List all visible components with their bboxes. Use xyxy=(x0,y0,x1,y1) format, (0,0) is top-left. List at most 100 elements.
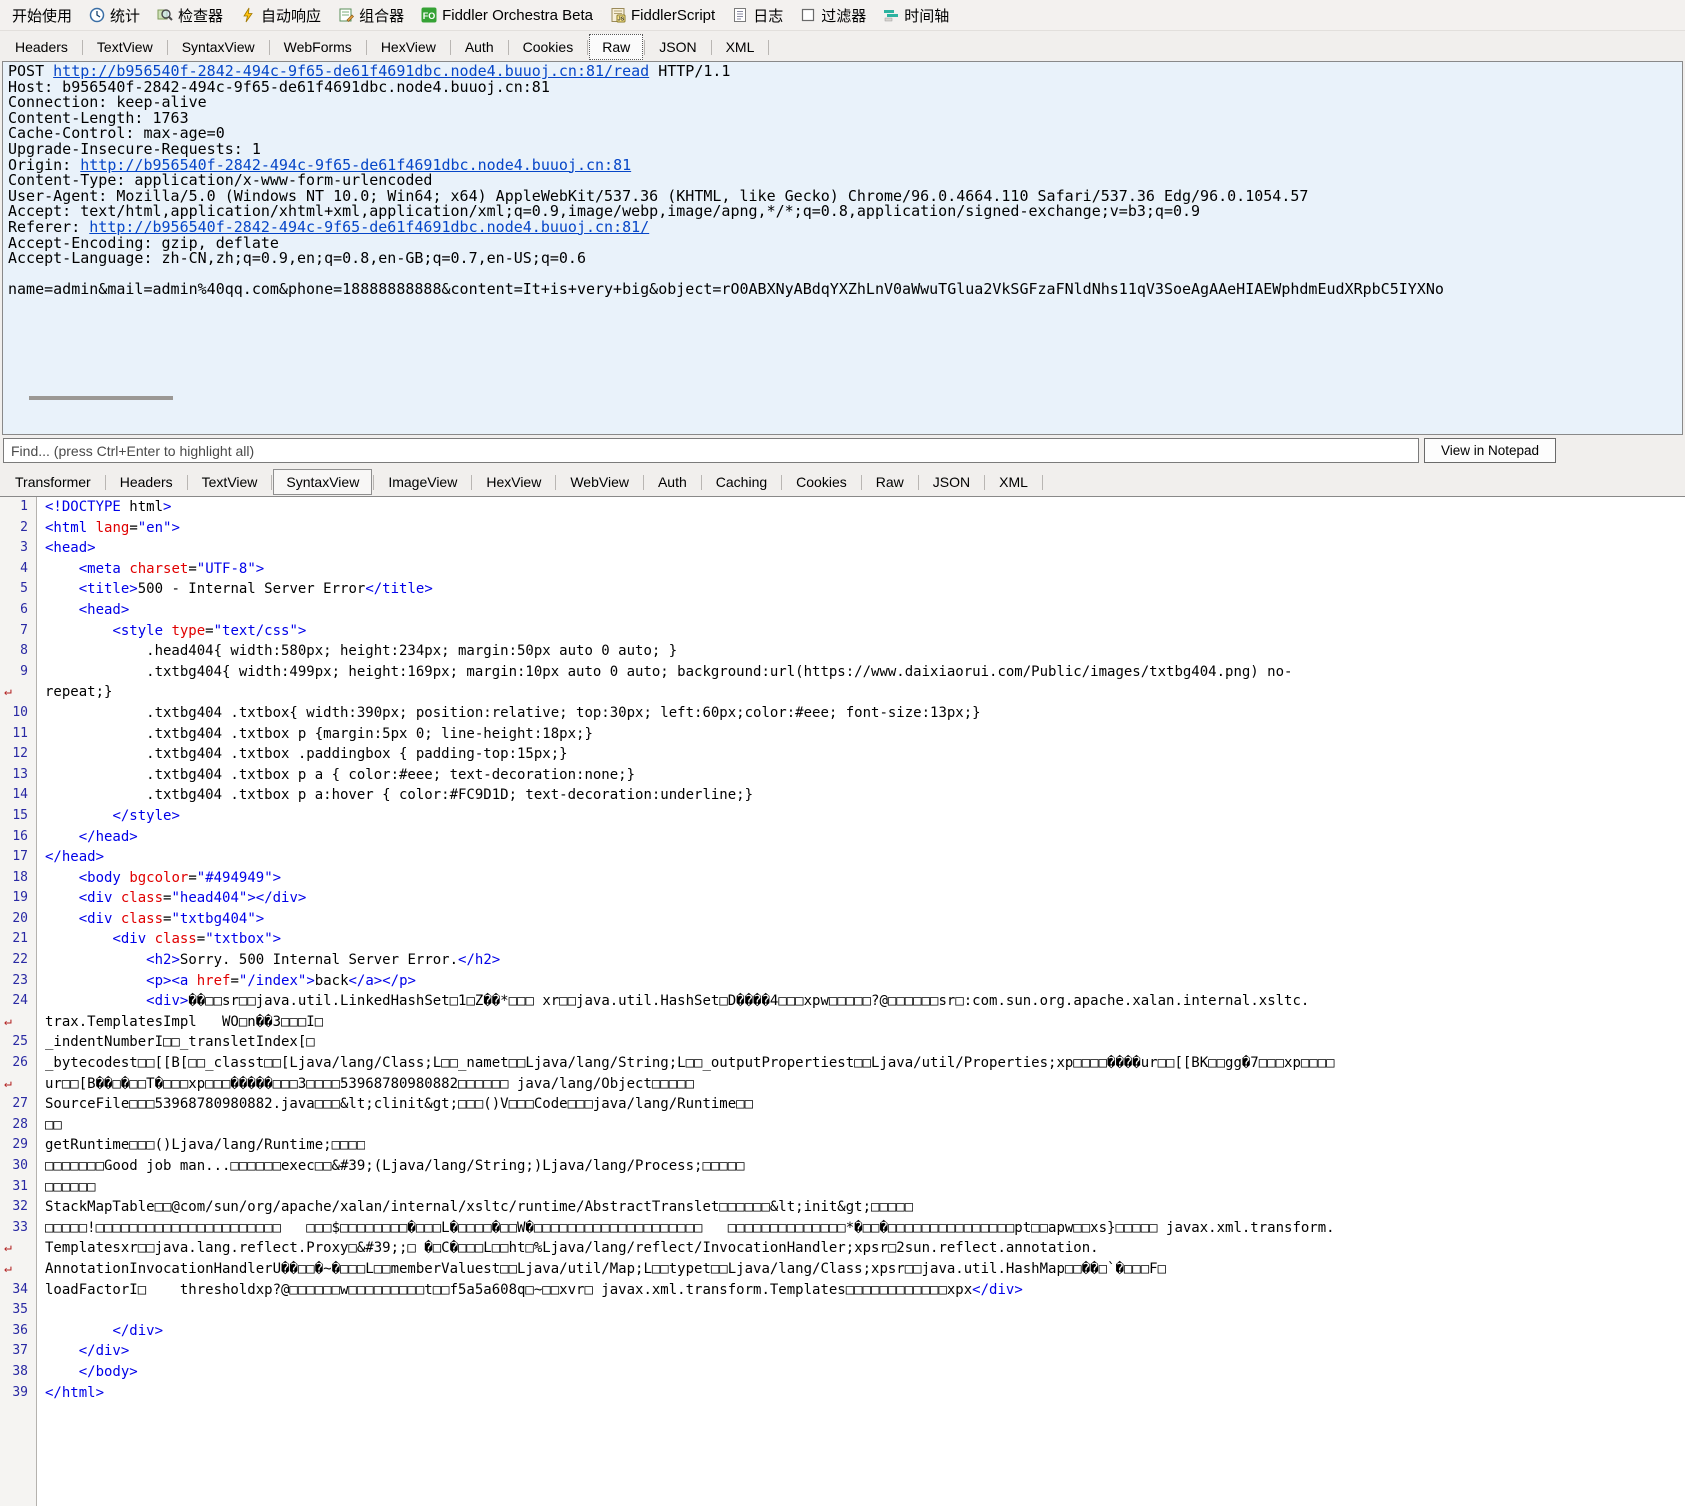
raw-request-line: Upgrade-Insecure-Requests: 1 xyxy=(8,141,261,158)
code-line: 11 .txtbg404 .txtbox p {margin:5px 0; li… xyxy=(0,724,1685,745)
response-tab-auth[interactable]: Auth xyxy=(645,469,700,495)
tab-separator xyxy=(768,39,770,55)
find-input[interactable] xyxy=(3,438,1419,463)
tab-separator xyxy=(365,39,367,55)
toolbar-item-label: 开始使用 xyxy=(12,7,73,25)
code-text: </style> xyxy=(112,807,180,824)
wrap-marker-icon: ↵ xyxy=(4,1240,12,1256)
code-text: <title>500 - Internal Server Error</titl… xyxy=(78,581,433,598)
request-tabstrip: Headers TextView SyntaxView WebForms HexView… xyxy=(0,31,1685,61)
tab-separator xyxy=(104,474,106,490)
horizontal-scrollbar-thumb[interactable] xyxy=(29,396,173,400)
log-icon xyxy=(732,7,748,23)
view-in-notepad-button[interactable]: View in Notepad xyxy=(1424,438,1556,463)
raw-request-line: POST http://b956540f-2842-494c-9f65-de61… xyxy=(8,64,731,80)
toolbar-item-label: 日志 xyxy=(753,7,784,25)
request-tab-raw[interactable]: Raw xyxy=(589,34,644,60)
code-line: 10 .txtbg404 .txtbox{ width:390px; posit… xyxy=(0,703,1685,724)
code-line: 14 .txtbg404 .txtbox p a:hover { color:#… xyxy=(0,785,1685,806)
line-number: 12 xyxy=(12,746,28,762)
line-number: 30 xyxy=(12,1158,28,1173)
find-bar: View in Notepad xyxy=(0,435,1685,466)
line-number: 39 xyxy=(12,1384,28,1400)
code-line: 23 <p><a href="/index">back</a></p> xyxy=(0,971,1685,992)
toolbar-item-fiddlerscript[interactable]: JS FiddlerScript xyxy=(602,4,723,27)
line-number: 9 xyxy=(20,663,28,679)
line-number: 8 xyxy=(20,643,28,659)
line-number: 28 xyxy=(12,1116,28,1132)
toolbar-item-label: 自动响应 xyxy=(261,7,322,25)
request-tab-textview[interactable]: TextView xyxy=(84,34,166,60)
request-raw-panel[interactable]: POST http://b956540f-2842-494c-9f65-de61… xyxy=(2,61,1683,435)
line-number: 6 xyxy=(20,601,28,617)
code-text: <div class="txtbg404"> xyxy=(78,910,265,927)
response-tab-caching[interactable]: Caching xyxy=(703,469,780,495)
code-line: 38 </body> xyxy=(0,1362,1685,1383)
response-tab-cookies[interactable]: Cookies xyxy=(783,469,860,495)
line-number: 23 xyxy=(12,972,28,988)
line-number: 15 xyxy=(12,807,28,823)
request-url-link[interactable]: http://b956540f-2842-494c-9f65-de61f4691… xyxy=(53,64,649,80)
request-url-link[interactable]: http://b956540f-2842-494c-9f65-de61f4691… xyxy=(89,220,649,236)
raw-request-line: Host: b956540f-2842-494c-9f65-de61f4691d… xyxy=(8,79,550,96)
code-text: Templatesxr□□java.lang.reflect.Proxy□&#3… xyxy=(45,1240,1099,1257)
request-tab-hexview[interactable]: HexView xyxy=(368,34,449,60)
response-tab-raw[interactable]: Raw xyxy=(863,469,917,495)
request-tab-syntaxview[interactable]: SyntaxView xyxy=(169,34,268,60)
toolbar-item-get-started[interactable]: 开始使用 xyxy=(4,2,80,29)
code-line: 18 <body bgcolor="#494949"> xyxy=(0,868,1685,889)
code-text: .txtbg404 .txtbox p a { color:#eee; text… xyxy=(45,766,636,783)
response-tab-imageview[interactable]: ImageView xyxy=(375,469,470,495)
tab-separator xyxy=(587,39,589,55)
toolbar-item-label: 组合器 xyxy=(359,7,405,25)
toolbar-item-statistics[interactable]: 统计 xyxy=(81,2,148,29)
tab-separator xyxy=(700,474,702,490)
toolbar-item-log[interactable]: 日志 xyxy=(724,2,791,29)
svg-text:JS: JS xyxy=(618,17,625,23)
stats-icon xyxy=(89,7,105,23)
response-tab-hexview[interactable]: HexView xyxy=(473,469,554,495)
code-line: 35 xyxy=(0,1300,1685,1321)
toolbar-item-inspectors[interactable]: 检查器 xyxy=(149,2,231,29)
code-text: .txtbg404 .txtbox{ width:390px; position… xyxy=(45,704,981,721)
response-tab-textview[interactable]: TextView xyxy=(189,469,271,495)
toolbar-item-label: 统计 xyxy=(110,7,141,25)
line-number: 24 xyxy=(12,993,28,1009)
request-tab-auth[interactable]: Auth xyxy=(452,34,507,60)
toolbar-item-label: 时间轴 xyxy=(904,7,950,25)
response-tab-headers[interactable]: Headers xyxy=(107,469,186,495)
request-tab-json[interactable]: JSON xyxy=(646,34,709,60)
code-line: 31 □□□□□□ xyxy=(0,1177,1685,1198)
line-number: 1 xyxy=(20,499,28,514)
response-tab-json[interactable]: JSON xyxy=(920,469,983,495)
response-tab-syntaxview[interactable]: SyntaxView xyxy=(273,469,373,495)
code-text: <!DOCTYPE html> xyxy=(45,499,172,515)
line-number: 21 xyxy=(12,931,28,947)
response-tab-webview[interactable]: WebView xyxy=(557,469,642,495)
line-number: 37 xyxy=(12,1343,28,1359)
request-url-link[interactable]: http://b956540f-2842-494c-9f65-de61f4691… xyxy=(80,158,631,174)
response-syntax-view[interactable]: 1 <!DOCTYPE html> 2 <html lang="en"> 3 <head>… xyxy=(0,496,1685,1506)
toolbar-item-composer[interactable]: 组合器 xyxy=(330,2,412,29)
toolbar-item-fiddler-orchestra[interactable]: FO Fiddler Orchestra Beta xyxy=(413,4,601,27)
code-line: 29 getRuntime□□□()Ljava/lang/Runtime;□□□□ xyxy=(0,1135,1685,1156)
raw-request-line xyxy=(8,267,1677,283)
toolbar-item-filters[interactable]: 过滤器 xyxy=(792,2,874,29)
response-tab-xml[interactable]: XML xyxy=(986,469,1041,495)
line-number: 32 xyxy=(12,1199,28,1215)
code-line: 5 <title>500 - Internal Server Error</ti… xyxy=(0,579,1685,600)
code-line: 19 <div class="head404"></div> xyxy=(0,888,1685,909)
toolbar-item-autoresponder[interactable]: 自动响应 xyxy=(232,2,329,29)
code-text: <h2>Sorry. 500 Internal Server Error.</h… xyxy=(146,952,501,969)
toolbar-item-label: Fiddler Orchestra Beta xyxy=(442,6,593,24)
line-number: 13 xyxy=(12,766,28,782)
code-text: □□□□□!□□□□□□□□□□□□□□□□□□□□□□ □□□$□□□□□□□… xyxy=(45,1219,1335,1236)
response-tab-transformer[interactable]: Transformer xyxy=(2,469,104,495)
code-line: 39 </html> xyxy=(0,1383,1685,1404)
request-tab-cookies[interactable]: Cookies xyxy=(510,34,587,60)
request-tab-headers[interactable]: Headers xyxy=(2,34,81,60)
request-tab-xml[interactable]: XML xyxy=(713,34,768,60)
toolbar-item-timeline[interactable]: 时间轴 xyxy=(875,2,957,29)
request-tab-webforms[interactable]: WebForms xyxy=(271,34,365,60)
raw-request-line: Connection: keep-alive xyxy=(8,95,207,111)
